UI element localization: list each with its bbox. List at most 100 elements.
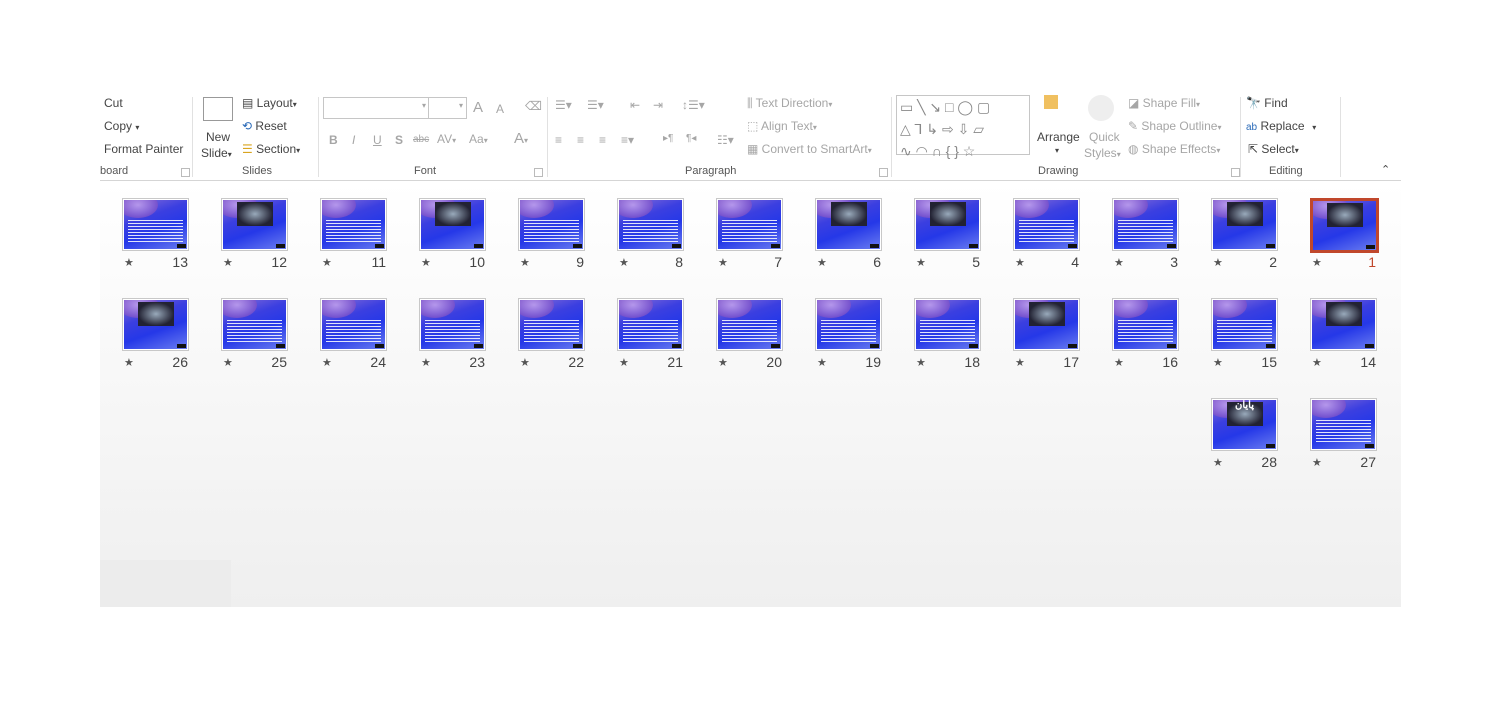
shape-fill-button[interactable]: ◪ Shape Fill▾ (1128, 96, 1200, 110)
slide-thumbnail-4[interactable] (1013, 198, 1080, 251)
convert-smartart-button[interactable]: ▦ Convert to SmartArt▾ (747, 142, 872, 156)
numbering-button[interactable]: ☰▾ (587, 98, 604, 112)
change-case-button[interactable]: Aa▾ (469, 132, 488, 146)
slide-thumbnail-23[interactable] (419, 298, 486, 351)
align-right-button[interactable]: ≡ (599, 133, 606, 147)
slide-thumbnail-1[interactable] (1310, 198, 1379, 253)
slide-thumbnail-17[interactable] (1013, 298, 1080, 351)
slide-thumbnail-16[interactable] (1112, 298, 1179, 351)
animation-star-icon[interactable]: ★ (520, 256, 530, 269)
animation-star-icon[interactable]: ★ (223, 256, 233, 269)
slide-thumbnail-11[interactable] (320, 198, 387, 251)
font-name-input[interactable]: ▾ (323, 97, 430, 119)
slide-thumbnail-15[interactable] (1211, 298, 1278, 351)
shape-outline-button[interactable]: ✎ Shape Outline▾ (1128, 119, 1221, 133)
animation-star-icon[interactable]: ★ (322, 356, 332, 369)
shapes-gallery[interactable]: ▭ ╲ ↘ □ ◯ ▢ △ ⅂ ↳ ⇨ ⇩ ▱ ∿ ◠ ∩ { } ☆ (896, 95, 1030, 159)
collapse-ribbon-button[interactable]: ⌃ (1381, 163, 1390, 176)
bold-button[interactable]: B (329, 133, 338, 147)
line-spacing-button[interactable]: ↕☰▾ (682, 98, 705, 112)
new-slide-dropdown[interactable]: Slide▾ (201, 146, 232, 160)
animation-star-icon[interactable]: ★ (1015, 256, 1025, 269)
justify-button[interactable]: ≡▾ (621, 133, 634, 147)
slide-thumbnail-25[interactable] (221, 298, 288, 351)
clipboard-launcher[interactable] (181, 168, 190, 177)
character-spacing-button[interactable]: AV▾ (437, 132, 456, 146)
animation-star-icon[interactable]: ★ (817, 356, 827, 369)
section-button[interactable]: ☰ Section▾ (242, 142, 300, 156)
animation-star-icon[interactable]: ★ (916, 356, 926, 369)
shadow-button[interactable]: S (395, 133, 403, 147)
animation-star-icon[interactable]: ★ (916, 256, 926, 269)
animation-star-icon[interactable]: ★ (421, 256, 431, 269)
animation-star-icon[interactable]: ★ (619, 356, 629, 369)
arrange-button[interactable]: Arrange (1037, 130, 1080, 144)
slide-thumbnail-28[interactable]: پایان (1211, 398, 1278, 451)
underline-button[interactable]: U (373, 133, 382, 147)
animation-star-icon[interactable]: ★ (1312, 356, 1322, 369)
slide-thumbnail-6[interactable] (815, 198, 882, 251)
replace-button[interactable]: ab Replace ▾ (1246, 119, 1316, 133)
slide-thumbnail-10[interactable] (419, 198, 486, 251)
reset-button[interactable]: ⟲ Reset (242, 119, 287, 133)
animation-star-icon[interactable]: ★ (322, 256, 332, 269)
slide-thumbnail-19[interactable] (815, 298, 882, 351)
slide-thumbnail-3[interactable] (1112, 198, 1179, 251)
font-launcher[interactable] (534, 168, 543, 177)
slide-thumbnail-9[interactable] (518, 198, 585, 251)
increase-indent-button[interactable]: ⇥ (653, 98, 663, 112)
slide-thumbnail-24[interactable] (320, 298, 387, 351)
text-direction-button[interactable]: ⫼ Text Direction▾ (747, 96, 832, 111)
new-slide-button[interactable]: New (206, 130, 230, 144)
slide-thumbnail-7[interactable] (716, 198, 783, 251)
animation-star-icon[interactable]: ★ (1312, 256, 1322, 269)
quick-styles-dropdown[interactable]: Styles▾ (1084, 146, 1121, 160)
bullets-button[interactable]: ☰▾ (555, 98, 572, 112)
align-center-button[interactable]: ≡ (577, 133, 584, 147)
slide-thumbnail-13[interactable] (122, 198, 189, 251)
animation-star-icon[interactable]: ★ (619, 256, 629, 269)
italic-button[interactable]: I (352, 133, 355, 147)
align-text-button[interactable]: ⬚ Align Text▾ (747, 119, 817, 133)
animation-star-icon[interactable]: ★ (421, 356, 431, 369)
slide-thumbnail-20[interactable] (716, 298, 783, 351)
animation-star-icon[interactable]: ★ (817, 256, 827, 269)
animation-star-icon[interactable]: ★ (520, 356, 530, 369)
cut-button[interactable]: Cut (104, 96, 123, 110)
animation-star-icon[interactable]: ★ (223, 356, 233, 369)
grow-font-button[interactable]: A (473, 99, 483, 116)
rtl-button[interactable]: ¶◂ (686, 133, 696, 144)
copy-button[interactable]: Copy ▾ (104, 119, 139, 133)
slide-thumbnail-21[interactable] (617, 298, 684, 351)
animation-star-icon[interactable]: ★ (1213, 356, 1223, 369)
columns-button[interactable]: ☷▾ (717, 133, 734, 147)
animation-star-icon[interactable]: ★ (1114, 256, 1124, 269)
slide-thumbnail-12[interactable] (221, 198, 288, 251)
slide-thumbnail-22[interactable] (518, 298, 585, 351)
shape-effects-button[interactable]: ◍ Shape Effects▾ (1128, 142, 1220, 156)
find-button[interactable]: 🔭 Find (1246, 96, 1288, 110)
slide-thumbnail-14[interactable] (1310, 298, 1377, 351)
align-left-button[interactable]: ≡ (555, 133, 562, 147)
animation-star-icon[interactable]: ★ (124, 356, 134, 369)
quick-styles-button[interactable]: Quick (1089, 130, 1120, 144)
animation-star-icon[interactable]: ★ (718, 256, 728, 269)
select-button[interactable]: ⇱ Select▾ (1248, 142, 1299, 156)
slide-thumbnail-26[interactable] (122, 298, 189, 351)
slide-thumbnail-5[interactable] (914, 198, 981, 251)
slide-thumbnail-8[interactable] (617, 198, 684, 251)
slide-thumbnail-27[interactable] (1310, 398, 1377, 451)
shrink-font-button[interactable]: A (496, 102, 504, 116)
animation-star-icon[interactable]: ★ (1213, 256, 1223, 269)
ltr-button[interactable]: ▸¶ (663, 133, 673, 144)
animation-star-icon[interactable]: ★ (1312, 456, 1322, 469)
layout-button[interactable]: ▤ Layout▾ (242, 96, 297, 110)
font-color-button[interactable]: A▾ (514, 130, 528, 147)
animation-star-icon[interactable]: ★ (124, 256, 134, 269)
slide-thumbnail-18[interactable] (914, 298, 981, 351)
slide-thumbnail-2[interactable] (1211, 198, 1278, 251)
font-size-input[interactable]: ▾ (428, 97, 467, 119)
animation-star-icon[interactable]: ★ (1015, 356, 1025, 369)
animation-star-icon[interactable]: ★ (1213, 456, 1223, 469)
animation-star-icon[interactable]: ★ (1114, 356, 1124, 369)
